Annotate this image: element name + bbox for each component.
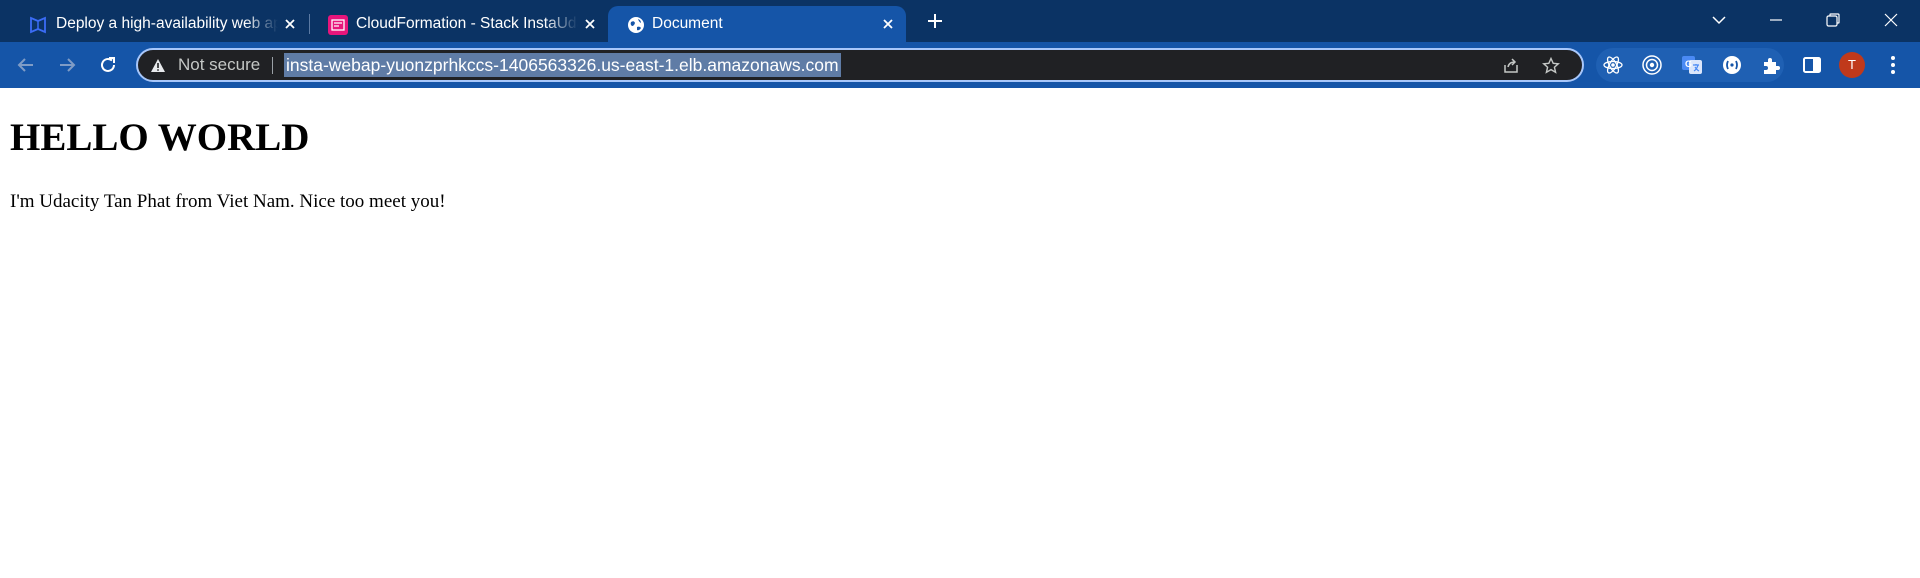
security-label[interactable]: Not secure xyxy=(178,50,260,80)
restore-icon[interactable] xyxy=(1825,12,1841,28)
share-icon[interactable] xyxy=(1502,57,1520,75)
react-devtools-icon[interactable] xyxy=(1601,53,1625,77)
tab-search-icon[interactable] xyxy=(1711,12,1727,28)
radio-target-icon[interactable] xyxy=(1640,53,1664,77)
svg-text:G: G xyxy=(1685,59,1692,69)
tab-strip: Deploy a high-availability web ap CloudF… xyxy=(0,0,1920,42)
side-panel-icon[interactable] xyxy=(1800,53,1824,77)
tab-title: Deploy a high-availability web ap xyxy=(56,15,278,32)
globe-icon xyxy=(628,17,644,33)
back-arrow-icon[interactable] xyxy=(16,55,36,75)
reload-icon[interactable] xyxy=(98,55,118,75)
profile-avatar[interactable]: T xyxy=(1839,52,1865,78)
kebab-menu-icon[interactable] xyxy=(1881,53,1905,77)
warning-icon[interactable] xyxy=(150,58,166,73)
star-icon[interactable] xyxy=(1542,57,1560,75)
close-icon[interactable] xyxy=(880,16,896,32)
tab-title: CloudFormation - Stack InstaUda xyxy=(356,15,578,32)
url-text[interactable]: insta-webap-yuonzprhkccs-1406563326.us-e… xyxy=(284,53,841,77)
address-bar[interactable]: Not secure insta-webap-yuonzprhkccs-1406… xyxy=(136,48,1584,82)
google-translate-icon[interactable]: G xyxy=(1680,53,1704,77)
tab-title: Document xyxy=(652,15,723,32)
tab-deploy[interactable]: Deploy a high-availability web ap xyxy=(10,6,306,42)
page-heading: HELLO WORLD xyxy=(10,116,310,159)
web-page-content: HELLO WORLD I'm Udacity Tan Phat from Vi… xyxy=(0,88,1920,578)
plus-icon[interactable] xyxy=(926,12,944,30)
omnibox-divider xyxy=(272,57,273,74)
forward-arrow-icon[interactable] xyxy=(57,55,77,75)
udacity-icon xyxy=(30,16,46,34)
minimize-icon[interactable] xyxy=(1768,12,1784,28)
close-icon[interactable] xyxy=(282,16,298,32)
close-icon[interactable] xyxy=(1883,12,1899,28)
extension-round-icon[interactable] xyxy=(1720,53,1744,77)
tab-cloudformation[interactable]: CloudFormation - Stack InstaUda xyxy=(310,6,606,42)
puzzle-icon[interactable] xyxy=(1760,53,1784,77)
browser-toolbar: Not secure insta-webap-yuonzprhkccs-1406… xyxy=(0,42,1920,88)
cloudformation-icon xyxy=(328,15,348,35)
close-icon[interactable] xyxy=(582,16,598,32)
tab-document[interactable]: Document xyxy=(608,6,906,42)
page-paragraph: I'm Udacity Tan Phat from Viet Nam. Nice… xyxy=(10,191,446,212)
